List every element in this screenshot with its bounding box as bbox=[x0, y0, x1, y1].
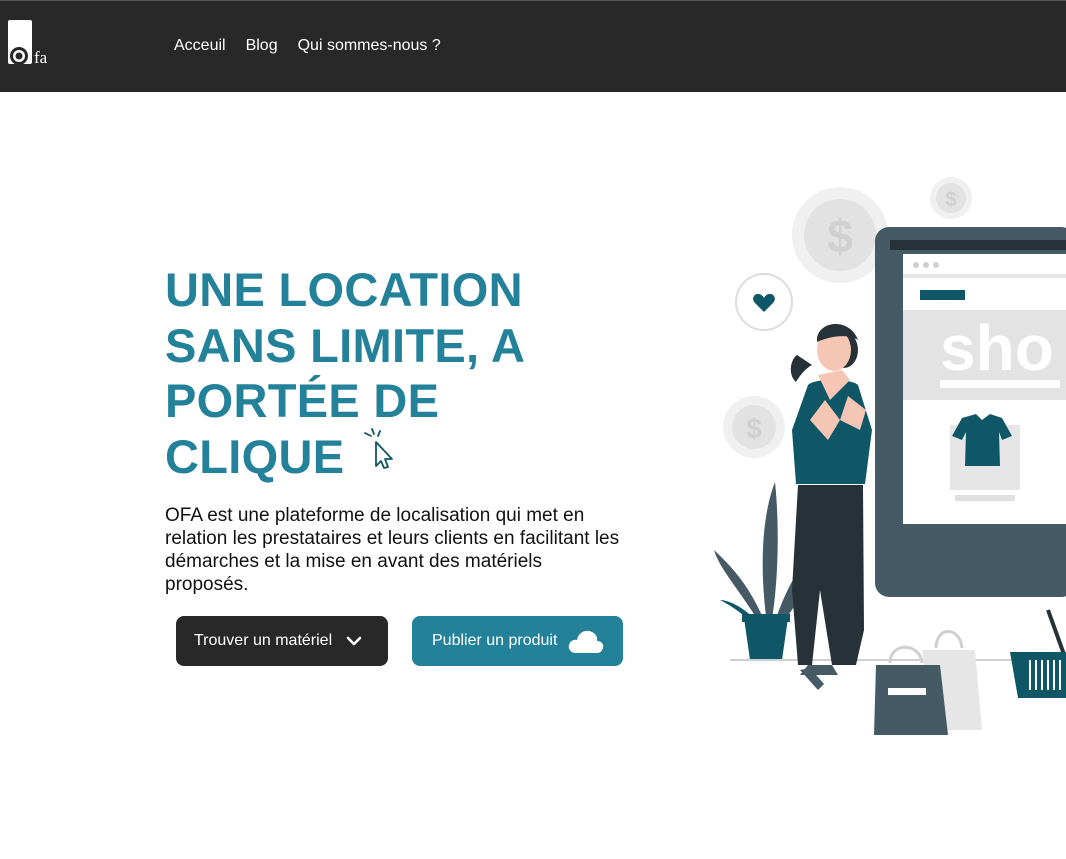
logo-text: fa bbox=[34, 48, 48, 67]
dollar-icon-small: $ bbox=[930, 177, 972, 219]
publish-product-button[interactable]: Publier un produit bbox=[412, 616, 623, 666]
nav-link-about[interactable]: Qui sommes-nous ? bbox=[298, 37, 441, 55]
svg-text:$: $ bbox=[827, 210, 853, 262]
shopping-illustration: $ $ $ sho bbox=[714, 177, 1066, 735]
cloud-icon bbox=[568, 630, 604, 653]
nav-link-acceuil[interactable]: Acceuil bbox=[174, 37, 226, 55]
screen-text: sho bbox=[940, 312, 1054, 384]
find-material-label: Trouver un matériel bbox=[194, 632, 333, 649]
heart-icon bbox=[735, 273, 793, 331]
dollar-icon-left: $ bbox=[723, 396, 785, 458]
hero-description: OFA est une plateforme de localisation q… bbox=[165, 505, 620, 595]
chevron-down-icon bbox=[346, 636, 362, 646]
dollar-icon: $ bbox=[792, 187, 888, 283]
svg-text:$: $ bbox=[945, 189, 956, 211]
svg-text:$: $ bbox=[746, 413, 762, 444]
cursor-click-icon bbox=[364, 428, 393, 469]
find-material-button[interactable]: Trouver un matériel bbox=[176, 616, 388, 666]
nav-links: Acceuil Blog Qui sommes-nous ? bbox=[174, 37, 441, 55]
top-navbar: fa Acceuil Blog Qui sommes-nous ? bbox=[0, 0, 1066, 92]
ofa-logo[interactable]: fa bbox=[7, 19, 51, 67]
publish-product-label: Publier un produit bbox=[432, 632, 558, 649]
nav-link-blog[interactable]: Blog bbox=[246, 37, 278, 55]
